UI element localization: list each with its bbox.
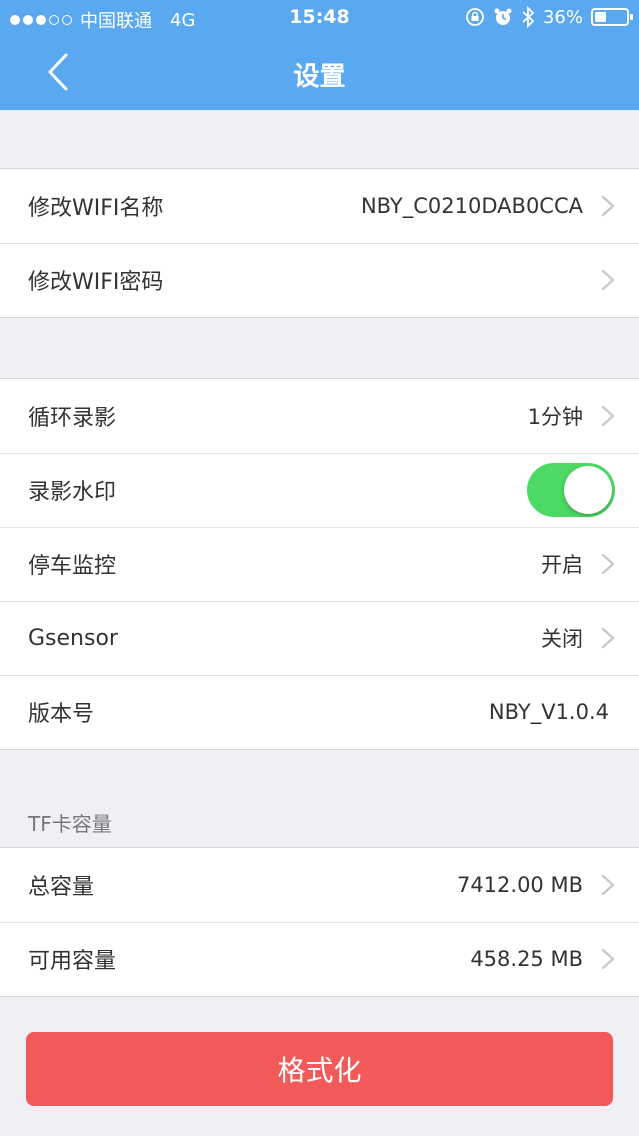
available-capacity-row[interactable]: 可用容量 458.25 MB: [0, 922, 639, 996]
wifi-settings-group: 修改WIFI名称 NBY_C0210DAB0CCA 修改WIFI密码: [0, 168, 639, 318]
settings-screen: 中国联通 4G 15:48 36% 设置 修改WIFI名称 NBY_C0210D…: [0, 0, 639, 1136]
version-label: 版本号: [28, 702, 95, 727]
wifi-password-label: 修改WIFI密码: [28, 270, 164, 295]
tf-card-section-title: TF卡容量: [28, 812, 112, 836]
nav-bar: 设置: [0, 36, 639, 110]
alarm-icon: [494, 8, 512, 25]
watermark-toggle[interactable]: [527, 463, 615, 517]
loop-record-label: 循环录影: [28, 406, 117, 431]
battery-percent: 36%: [542, 6, 583, 28]
chevron-right-icon: [601, 553, 615, 575]
available-capacity-value: 458.25 MB: [470, 947, 583, 971]
total-capacity-row[interactable]: 总容量 7412.00 MB: [0, 848, 639, 922]
total-capacity-value: 7412.00 MB: [456, 873, 583, 897]
wifi-name-row[interactable]: 修改WIFI名称 NBY_C0210DAB0CCA: [0, 169, 639, 243]
page-title: 设置: [293, 62, 346, 92]
watermark-row: 录影水印: [0, 453, 639, 527]
format-button[interactable]: 格式化: [26, 1032, 613, 1106]
header: 中国联通 4G 15:48 36% 设置: [0, 0, 639, 110]
wifi-name-value: NBY_C0210DAB0CCA: [360, 194, 583, 218]
version-value: NBY_V1.0.4: [488, 700, 609, 724]
chevron-right-icon: [601, 874, 615, 896]
gsensor-row[interactable]: Gsensor 关闭: [0, 601, 639, 675]
bluetooth-icon: [522, 6, 535, 28]
parking-monitor-label: 停车监控: [28, 554, 117, 579]
tf-card-group: 总容量 7412.00 MB 可用容量 458.25 MB: [0, 847, 639, 997]
watermark-label: 录影水印: [28, 480, 117, 505]
wifi-password-row[interactable]: 修改WIFI密码: [0, 243, 639, 317]
chevron-right-icon: [601, 269, 615, 291]
parking-monitor-value: 开启: [541, 553, 583, 577]
chevron-right-icon: [601, 627, 615, 649]
rotation-lock-icon: [466, 8, 484, 26]
status-bar: 中国联通 4G 15:48 36%: [0, 0, 639, 36]
loop-record-row[interactable]: 循环录影 1分钟: [0, 379, 639, 453]
available-capacity-label: 可用容量: [28, 949, 117, 974]
battery-icon: [591, 8, 633, 26]
status-right: 36%: [465, 6, 633, 28]
toggle-knob: [564, 466, 612, 514]
chevron-right-icon: [601, 195, 615, 217]
loop-record-value: 1分钟: [527, 405, 583, 429]
gsensor-value: 关闭: [541, 627, 583, 651]
chevron-right-icon: [601, 948, 615, 970]
parking-monitor-row[interactable]: 停车监控 开启: [0, 527, 639, 601]
recording-settings-group: 循环录影 1分钟 录影水印 停车监控 开启 Gsensor 关闭 版本号 NBY…: [0, 378, 639, 750]
wifi-name-label: 修改WIFI名称: [28, 196, 164, 221]
gsensor-label: Gsensor: [28, 625, 118, 651]
version-row: 版本号 NBY_V1.0.4: [0, 675, 639, 749]
chevron-right-icon: [601, 405, 615, 427]
total-capacity-label: 总容量: [28, 875, 95, 900]
